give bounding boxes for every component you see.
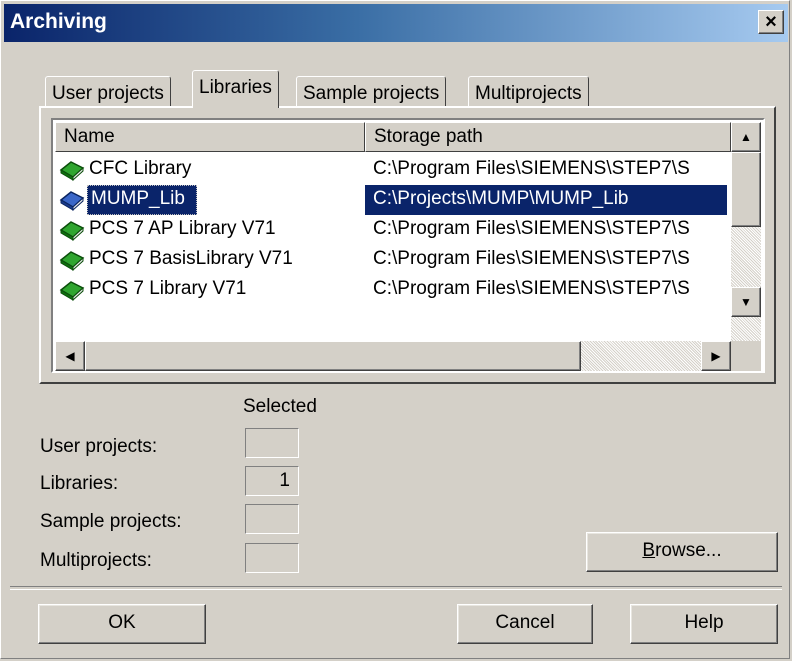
row-path: C:\Program Files\SIEMENS\STEP7\S <box>373 218 690 239</box>
list-item-selected[interactable]: MUMP_Lib C:\Projects\MUMP\MUMP_Lib <box>55 185 727 215</box>
scroll-up-button[interactable]: ▲ <box>731 122 761 152</box>
library-book-icon <box>59 161 85 182</box>
horizontal-scroll-thumb[interactable] <box>85 341 581 371</box>
selected-heading: Selected <box>243 396 317 417</box>
sample-projects-label: Sample projects: <box>40 511 182 532</box>
ok-button[interactable]: OK <box>38 604 206 644</box>
arrow-up-icon: ▲ <box>740 130 752 144</box>
user-projects-label: User projects: <box>40 436 158 457</box>
row-name: PCS 7 Library V71 <box>89 278 247 299</box>
libraries-count: 1 <box>245 466 299 496</box>
row-path: C:\Program Files\SIEMENS\STEP7\S <box>373 278 690 299</box>
library-book-icon <box>59 221 85 242</box>
scroll-down-button[interactable]: ▼ <box>731 287 761 317</box>
multiprojects-label: Multiprojects: <box>40 550 152 571</box>
row-path: C:\Program Files\SIEMENS\STEP7\S <box>373 158 690 179</box>
user-projects-count <box>245 428 299 458</box>
vertical-scrollbar[interactable]: ▲ ▼ <box>731 122 761 341</box>
cancel-button[interactable]: Cancel <box>457 604 593 644</box>
row-name: MUMP_Lib <box>91 188 185 209</box>
row-name: PCS 7 BasisLibrary V71 <box>89 248 293 269</box>
libraries-label: Libraries: <box>40 473 119 494</box>
title-bar[interactable]: Archiving × <box>4 4 788 42</box>
library-list[interactable]: Name Storage path CFC Library C:\Program… <box>51 118 765 373</box>
tab-libraries[interactable]: Libraries <box>192 70 279 108</box>
column-header-storage-path[interactable]: Storage path <box>365 122 731 152</box>
browse-button[interactable]: Browse... <box>586 532 778 572</box>
tab-sample-projects[interactable]: Sample projects <box>296 76 447 106</box>
tab-label: User projects <box>52 83 164 104</box>
scroll-right-button[interactable]: ▶ <box>701 341 731 371</box>
list-item[interactable]: PCS 7 AP Library V71 C:\Program Files\SI… <box>55 215 727 245</box>
row-name: CFC Library <box>89 158 192 179</box>
arrow-down-icon: ▼ <box>740 295 752 309</box>
arrow-left-icon: ◀ <box>65 349 75 363</box>
list-item[interactable]: PCS 7 BasisLibrary V71 C:\Program Files\… <box>55 245 727 275</box>
help-button[interactable]: Help <box>630 604 778 644</box>
horizontal-scrollbar[interactable]: ◀ ▶ <box>55 341 731 371</box>
vertical-scroll-thumb[interactable] <box>731 152 761 227</box>
tab-label: Sample projects <box>303 83 440 104</box>
row-path: C:\Projects\MUMP\MUMP_Lib <box>373 188 629 209</box>
arrow-right-icon: ▶ <box>711 349 721 363</box>
tab-label: Multiprojects <box>475 83 582 104</box>
tab-multiprojects[interactable]: Multiprojects <box>468 76 589 106</box>
scrollbar-corner <box>731 341 761 371</box>
multiprojects-count <box>245 543 299 573</box>
tab-label: Libraries <box>199 77 272 98</box>
row-path: C:\Program Files\SIEMENS\STEP7\S <box>373 248 690 269</box>
row-name: PCS 7 AP Library V71 <box>89 218 276 239</box>
column-header-name[interactable]: Name <box>55 122 365 152</box>
tab-user-projects[interactable]: User projects <box>45 76 171 106</box>
list-item[interactable]: PCS 7 Library V71 C:\Program Files\SIEME… <box>55 275 727 305</box>
window-title: Archiving <box>10 10 107 33</box>
close-icon: × <box>765 11 777 33</box>
close-button[interactable]: × <box>758 10 784 34</box>
library-book-icon <box>59 281 85 302</box>
divider <box>10 586 782 590</box>
scroll-left-button[interactable]: ◀ <box>55 341 85 371</box>
list-item[interactable]: CFC Library C:\Program Files\SIEMENS\STE… <box>55 155 727 185</box>
sample-projects-count <box>245 504 299 534</box>
library-book-icon <box>59 191 85 212</box>
library-book-icon <box>59 251 85 272</box>
